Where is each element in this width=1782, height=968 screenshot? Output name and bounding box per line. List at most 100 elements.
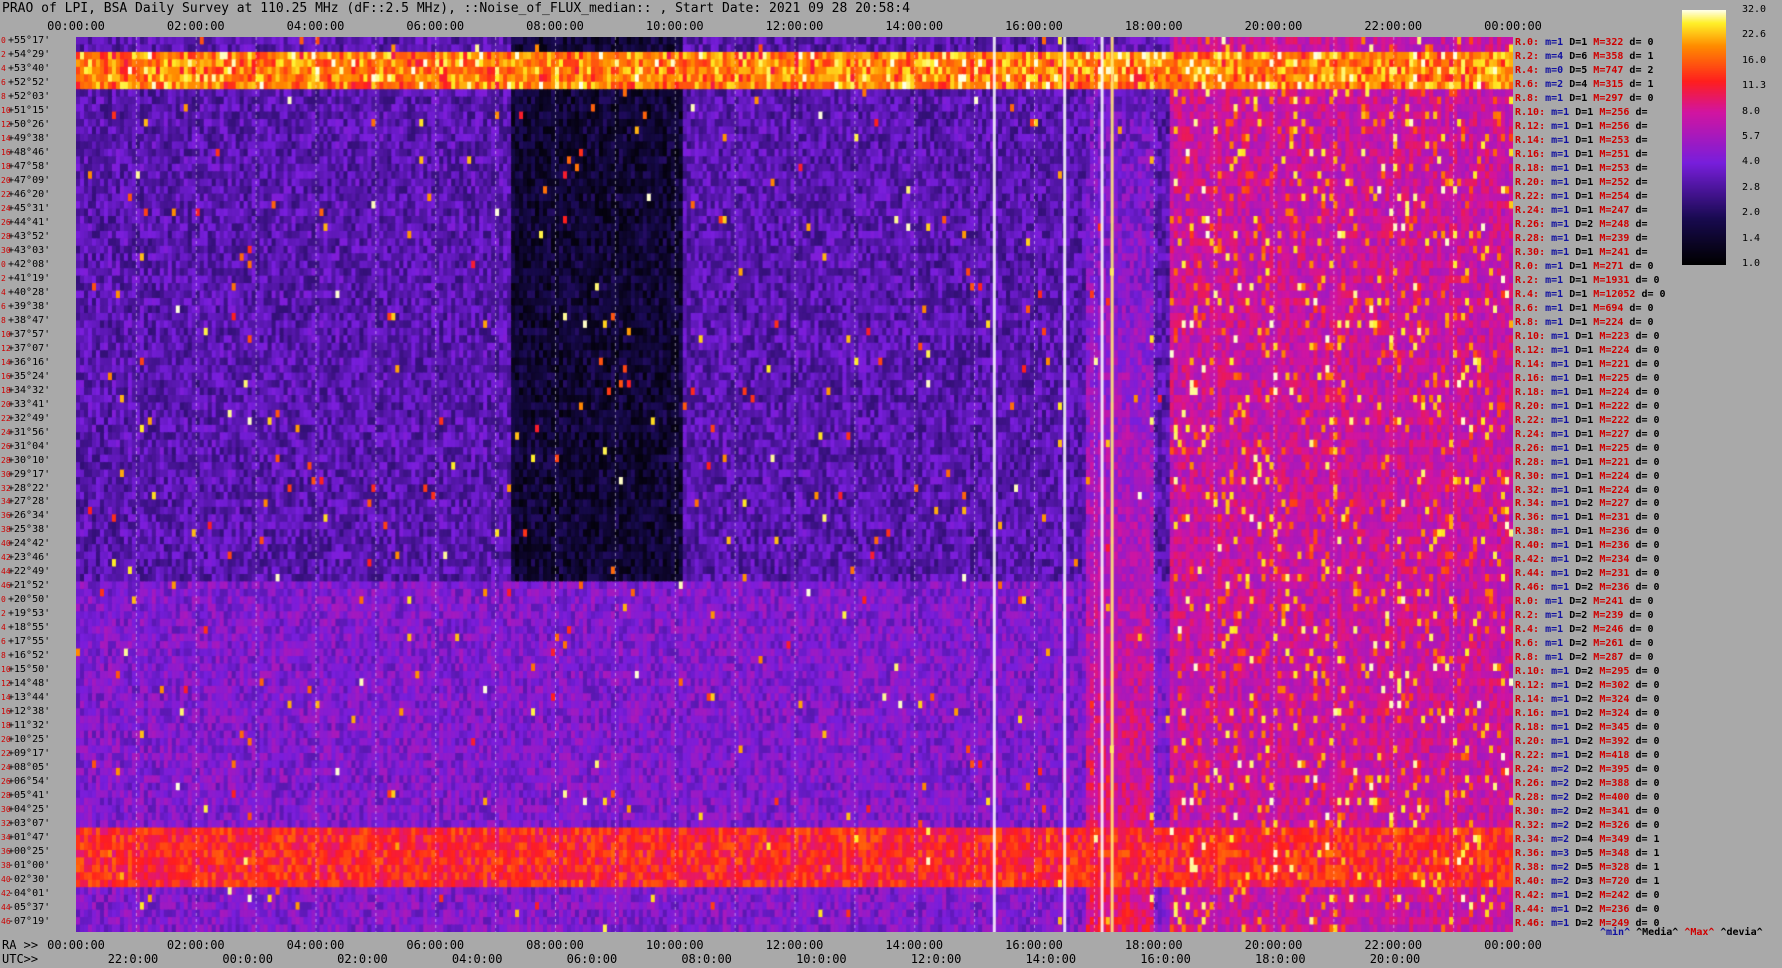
dec-tick: +24°42' (8, 538, 51, 550)
row-index: 14 (1, 357, 11, 367)
stats-d: D=1 (1575, 484, 1600, 496)
x-top-tick: 02:00:00 (166, 19, 225, 33)
stats-d: D=5 (1575, 848, 1600, 860)
stats-max: M=295 (1599, 666, 1636, 678)
stats-row: R.4: m=1 D=1 M=12052 d= 0 (1515, 289, 1666, 301)
stats-r: R.26: (1515, 442, 1552, 454)
stats-m: m=1 (1545, 288, 1570, 300)
x-top-tick: 00:00:00 (1484, 19, 1542, 33)
stats-d: D=2 (1575, 694, 1600, 706)
stats-m: m=1 (1551, 708, 1576, 720)
row-index: 20 (1, 399, 11, 409)
dec-tick: +37°57' (8, 328, 51, 340)
stats-d: d= 2 (1629, 64, 1654, 76)
stats-max: M=349 (1599, 834, 1636, 846)
row-index: 34 (1, 497, 11, 507)
stats-row: R.14: m=1 D=2 M=324 d= 0 (1515, 694, 1660, 706)
stats-max: M=256 (1599, 120, 1636, 132)
stats-d: d= 0 (1635, 456, 1660, 468)
stats-row: R.10: m=1 D=2 M=295 d= 0 (1515, 666, 1660, 678)
stats-d: D=1 (1575, 526, 1600, 538)
stats-row: R.38: m=1 D=1 M=236 d= 0 (1515, 526, 1660, 538)
stats-d: d= 0 (1629, 610, 1654, 622)
chart-title: PRAO of LPI, BSA Daily Survey at 110.25 … (2, 1, 910, 16)
stats-row: R.20: m=1 D=1 M=222 d= 0 (1515, 401, 1660, 413)
utc-tick: 02:0:00 (337, 952, 388, 966)
stats-d: D=1 (1575, 442, 1600, 454)
dec-tick: +18°55' (8, 622, 51, 634)
stats-d: D=4 (1575, 834, 1600, 846)
ra-tick: 00:00:00 (47, 938, 105, 952)
stats-m: m=2 (1551, 820, 1576, 832)
stats-d: D=5 (1575, 862, 1600, 874)
stats-row: R.28: m=2 D=2 M=400 d= 0 (1515, 792, 1660, 804)
stats-r: R.40: (1515, 540, 1552, 552)
stats-r: R.4: (1515, 624, 1546, 636)
row-index: 2 (1, 49, 6, 59)
stats-d: D=2 (1575, 736, 1600, 748)
stats-d: D=1 (1575, 330, 1600, 342)
x-top-tick: 00:00:00 (47, 19, 105, 33)
row-index: 32 (1, 483, 11, 493)
stats-d: D=2 (1575, 904, 1600, 916)
row-index: 38 (1, 861, 11, 871)
dec-tick: +30°10' (8, 454, 51, 466)
dec-tick: +20°50' (8, 594, 51, 606)
stats-r: R.42: (1515, 890, 1552, 902)
stats-r: R.20: (1515, 736, 1552, 748)
stats-d: d= (1635, 176, 1648, 188)
stats-d: d= 0 (1635, 764, 1660, 776)
stats-max: M=358 (1593, 50, 1630, 62)
stats-row: R.24: m=2 D=2 M=395 d= 0 (1515, 764, 1660, 776)
stats-m: m=2 (1551, 862, 1576, 874)
stats-d: d= 0 (1635, 330, 1660, 342)
dec-tick: +31°04' (8, 440, 51, 452)
dec-tick: +42°08' (8, 258, 51, 270)
dec-tick: +35°24' (8, 370, 51, 382)
stats-row: R.26: m=1 D=1 M=225 d= 0 (1515, 443, 1660, 455)
stats-column: R.0: m=1 D=1 M=322 d= 0 R.2: m=4 D=6 M=3… (1515, 35, 1705, 935)
stats-max: M=225 (1599, 372, 1636, 384)
stats-d: D=2 (1575, 890, 1600, 902)
row-index: 42 (1, 553, 11, 563)
stats-d: D=2 (1575, 750, 1600, 762)
stats-d: d= 0 (1635, 904, 1660, 916)
stats-d: d= 0 (1641, 288, 1666, 300)
stats-d: D=2 (1569, 610, 1594, 622)
colorbar-tick: 4.0 (1742, 156, 1761, 168)
stats-row: R.20: m=1 D=1 M=252 d= (1515, 177, 1647, 189)
dec-tick: -05°37' (8, 902, 51, 914)
stats-m: m=1 (1551, 512, 1576, 524)
stats-row: R.40: m=2 D=3 M=720 d= 1 (1515, 876, 1660, 888)
row-index: 46 (1, 581, 11, 591)
stats-d: d= (1635, 106, 1648, 118)
row-index: 34 (1, 833, 11, 843)
dec-tick: +03°07' (8, 818, 51, 830)
utc-tick: 04:0:00 (451, 952, 503, 966)
row-index: 0 (1, 36, 6, 45)
stats-max: M=253 (1599, 134, 1636, 146)
stats-row: R.4: m=1 D=2 M=246 d= 0 (1515, 624, 1654, 636)
dec-tick: +21°52' (8, 580, 51, 592)
stats-r: R.26: (1515, 218, 1552, 230)
stats-d: D=3 (1575, 876, 1600, 888)
stats-max: M=297 (1593, 92, 1630, 104)
stats-max: M=227 (1599, 428, 1636, 440)
ra-tick: 18:00:00 (1124, 938, 1183, 952)
stats-m: m=1 (1551, 442, 1576, 454)
stats-d: D=1 (1575, 372, 1600, 384)
dec-tick: +54°29' (8, 48, 51, 60)
stats-row: R.38: m=2 D=5 M=328 d= 1 (1515, 862, 1660, 874)
stats-d: D=1 (1575, 358, 1600, 370)
stats-m: m=1 (1551, 890, 1576, 902)
ra-tick: 00:00:00 (1484, 938, 1542, 952)
row-index: 28 (1, 455, 11, 465)
stats-r: R.44: (1515, 904, 1552, 916)
utc-tick: 00:0:00 (222, 952, 274, 966)
stats-row: R.22: m=1 D=1 M=254 d= (1515, 191, 1647, 203)
stats-d: D=1 (1575, 120, 1600, 132)
stats-row: R.12: m=1 D=1 M=256 d= (1515, 121, 1647, 133)
row-index: 36 (1, 511, 11, 521)
stats-d: d= 0 (1629, 316, 1654, 328)
stats-row: R.0: m=1 D=1 M=322 d= 0 (1515, 37, 1654, 49)
